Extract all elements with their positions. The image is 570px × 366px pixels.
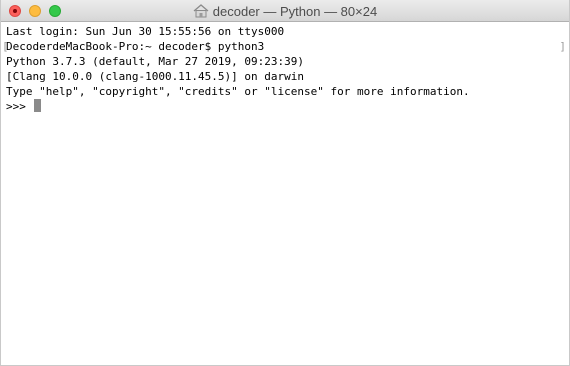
terminal-line: Python 3.7.3 (default, Mar 27 2019, 09:2…: [6, 55, 305, 68]
prompt-line[interactable]: >>>: [6, 99, 569, 114]
terminal-window: decoder — Python — 80×24 Last login: Sun…: [0, 0, 570, 366]
terminal-line: DecoderdeMacBook-Pro:~ decoder$ python3: [6, 40, 265, 53]
title-bar[interactable]: decoder — Python — 80×24: [1, 0, 569, 22]
line-mark-right: ]: [559, 40, 566, 53]
python-prompt: >>>: [6, 100, 33, 113]
terminal-line: [Clang 10.0.0 (clang-1000.11.45.5)] on d…: [6, 70, 305, 83]
terminal-line: Last login: Sun Jun 30 15:55:56 on ttys0…: [6, 25, 285, 38]
terminal-line: Type "help", "copyright", "credits" or "…: [6, 85, 470, 98]
window-title-container: decoder — Python — 80×24: [1, 0, 569, 22]
text-cursor: [33, 99, 41, 112]
home-folder-icon: [193, 4, 209, 18]
terminal-output[interactable]: Last login: Sun Jun 30 15:55:56 on ttys0…: [1, 22, 569, 365]
line-mark-left: [: [2, 40, 9, 53]
window-title: decoder — Python — 80×24: [212, 3, 378, 19]
